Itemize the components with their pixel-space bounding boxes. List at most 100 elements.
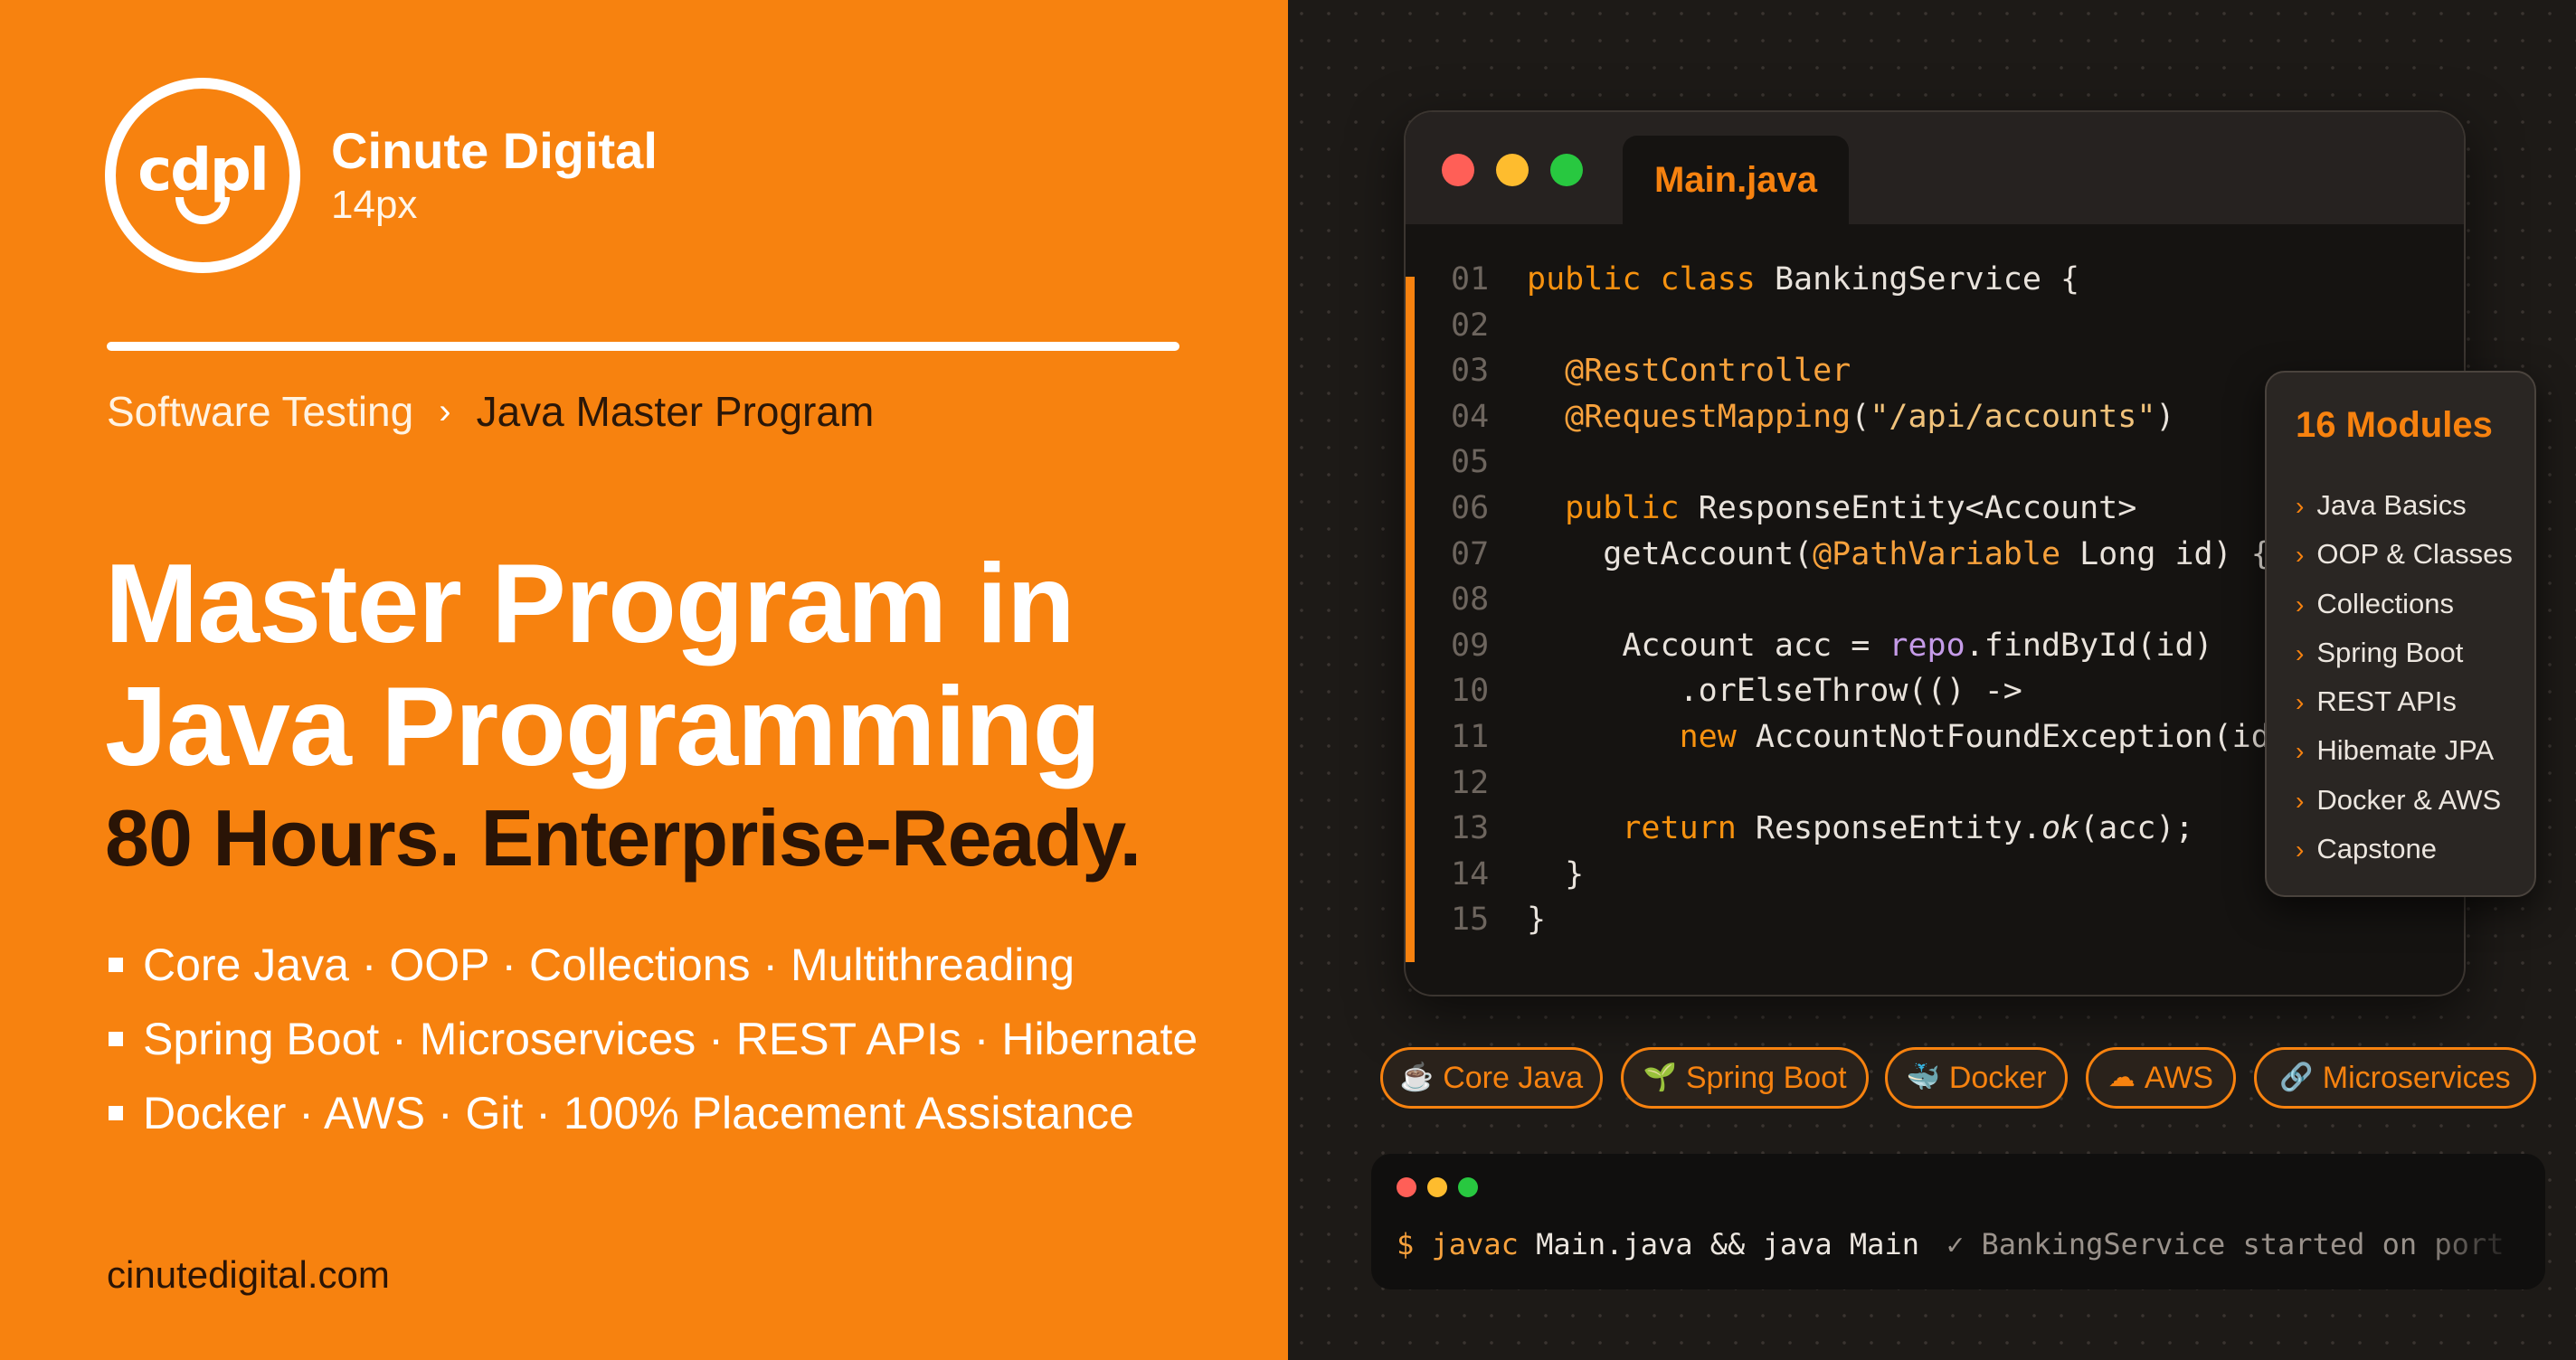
terminal-command: javac xyxy=(1431,1227,1519,1261)
breadcrumb-item-java-master-program[interactable]: Java Master Program xyxy=(477,387,875,436)
line-number: 05 xyxy=(1451,444,1490,481)
code-line: 15} xyxy=(1451,897,2289,943)
bullet-icon xyxy=(109,958,123,972)
chevron-right-icon: › xyxy=(2296,836,2305,864)
chevron-right-icon: › xyxy=(2296,737,2305,766)
feature-list: Core Java · OOP · Collections · Multithr… xyxy=(109,928,1198,1150)
title-line-1: Master Program in xyxy=(105,542,1075,666)
list-item: Spring Boot · Microservices · REST APIs … xyxy=(109,1002,1198,1076)
chevron-right-icon: › xyxy=(2296,492,2305,520)
whale-icon: 🐳 xyxy=(1906,1062,1940,1092)
breadcrumb-item-software-testing[interactable]: Software Testing xyxy=(107,387,413,436)
minimize-dot-icon[interactable] xyxy=(1427,1177,1447,1197)
editor-title-bar: Main.java xyxy=(1406,112,2464,224)
divider xyxy=(107,342,1179,351)
code-line: 06 public ResponseEntity<Account> xyxy=(1451,486,2289,532)
page-title: Master Program in Java Programming xyxy=(105,543,1263,789)
module-item[interactable]: › REST APIs xyxy=(2296,677,2513,726)
chevron-right-icon: › xyxy=(2296,638,2305,667)
chip-docker[interactable]: 🐳 Docker xyxy=(1885,1047,2068,1109)
minimize-dot-icon[interactable] xyxy=(1496,154,1529,186)
chip-core-java[interactable]: ☕ Core Java xyxy=(1380,1047,1603,1109)
bullet-text: Docker · AWS · Git · 100% Placement Assi… xyxy=(143,1088,1134,1138)
showcase-panel: Main.java 01 public class BankingService … xyxy=(1288,0,2576,1360)
brand-logo: cdpl xyxy=(105,78,300,273)
code-line: 07 getAccount(@PathVariable Long id) { xyxy=(1451,532,2289,578)
code-line: 13 return ResponseEntity.ok(acc); xyxy=(1451,806,2289,852)
code-line: 03 @RestController xyxy=(1451,348,2289,394)
line-number: 02 xyxy=(1451,307,1490,344)
terminal-fade xyxy=(2419,1154,2545,1289)
website-link[interactable]: cinutedigital.com xyxy=(107,1253,390,1297)
module-item[interactable]: › Hibemate JPA xyxy=(2296,726,2513,775)
module-item[interactable]: › Docker & AWS xyxy=(2296,776,2513,825)
terminal-window: $ javac Main.java && java Main ✓ BankingS… xyxy=(1371,1154,2545,1289)
code-line: 08 xyxy=(1451,577,2289,623)
modules-card: 16 Modules › Java Basics › OOP & Classes ›… xyxy=(2265,371,2536,897)
line-number: 13 xyxy=(1451,810,1490,847)
code-line: 01 public class BankingService { xyxy=(1451,257,2289,303)
brand-subtitle: 14px xyxy=(331,183,418,227)
cloud-icon: ☁ xyxy=(2107,1062,2136,1092)
line-number: 14 xyxy=(1451,855,1490,892)
line-number: 06 xyxy=(1451,489,1490,526)
code-line: 12 xyxy=(1451,760,2289,807)
list-item: Core Java · OOP · Collections · Multithr… xyxy=(109,928,1198,1002)
module-item[interactable]: › OOP & Classes xyxy=(2296,530,2513,579)
accent-bar xyxy=(1406,277,1415,962)
chevron-right-icon: › xyxy=(2296,541,2305,570)
leaf-icon: 🌱 xyxy=(1643,1062,1677,1092)
maximize-dot-icon[interactable] xyxy=(1550,154,1583,186)
code-line: 11 new AccountNotFoundException(id) xyxy=(1451,714,2289,760)
close-dot-icon[interactable] xyxy=(1442,154,1474,186)
bullet-icon xyxy=(109,1106,123,1120)
maximize-dot-icon[interactable] xyxy=(1458,1177,1478,1197)
code-line: 05 xyxy=(1451,439,2289,486)
terminal-prompt: $ xyxy=(1397,1227,1415,1261)
module-item[interactable]: › Spring Boot xyxy=(2296,628,2513,677)
line-number: 11 xyxy=(1451,718,1490,755)
line-number: 10 xyxy=(1451,673,1490,710)
brand-name: Cinute Digital xyxy=(331,122,658,179)
terminal-args: Main.java && java Main xyxy=(1536,1227,1919,1261)
line-number: 04 xyxy=(1451,398,1490,435)
smile-icon xyxy=(175,197,230,224)
breadcrumb: Software Testing › Java Master Program xyxy=(107,387,874,436)
module-list: › Java Basics › OOP & Classes › Collections… xyxy=(2296,481,2513,874)
bullet-icon xyxy=(109,1032,123,1046)
link-icon: 🔗 xyxy=(2279,1062,2314,1092)
line-number: 03 xyxy=(1451,353,1490,390)
bullet-text: Spring Boot · Microservices · REST APIs … xyxy=(143,1014,1198,1064)
line-number: 09 xyxy=(1451,627,1490,664)
bullet-text: Core Java · OOP · Collections · Multithr… xyxy=(143,940,1075,990)
module-item[interactable]: › Collections xyxy=(2296,580,2513,628)
chevron-right-icon: › xyxy=(2296,786,2305,815)
close-dot-icon[interactable] xyxy=(1397,1177,1416,1197)
list-item: Docker · AWS · Git · 100% Placement Assi… xyxy=(109,1076,1198,1150)
chevron-right-icon: › xyxy=(2296,688,2305,717)
code-block: 01 public class BankingService { 02 03 @R… xyxy=(1451,257,2289,943)
tagline: 80 Hours. Enterprise-Ready. xyxy=(105,793,1141,883)
line-number: 15 xyxy=(1451,902,1490,939)
line-number: 07 xyxy=(1451,535,1490,572)
chevron-right-icon: › xyxy=(2296,590,2305,619)
code-line: 14 } xyxy=(1451,852,2289,898)
logo-text: cdpl xyxy=(137,137,270,204)
module-item[interactable]: › Capstone xyxy=(2296,825,2513,874)
chevron-right-icon: › xyxy=(439,391,451,431)
code-line: 10 .orElseThrow(() -> xyxy=(1451,668,2289,714)
module-item[interactable]: › Java Basics xyxy=(2296,481,2513,530)
code-line: 09 Account acc = repo.findById(id) xyxy=(1451,623,2289,669)
title-line-2: Java Programming xyxy=(105,665,1101,789)
code-line: 04 @RequestMapping("/api/accounts") xyxy=(1451,394,2289,440)
line-number: 12 xyxy=(1451,764,1490,801)
tab-main-java[interactable]: Main.java xyxy=(1623,136,1849,224)
modules-title: 16 Modules xyxy=(2296,405,2493,445)
terminal-line: $ javac Main.java && java Main ✓ BankingS… xyxy=(1397,1219,2539,1270)
line-number: 08 xyxy=(1451,581,1490,619)
coffee-icon: ☕ xyxy=(1399,1062,1435,1092)
chip-microservices[interactable]: 🔗 Microservices xyxy=(2254,1047,2536,1109)
promo-panel: cdpl Cinute Digital 14px Software Testin… xyxy=(0,0,1288,1360)
chip-aws[interactable]: ☁ AWS xyxy=(2086,1047,2236,1109)
chip-spring-boot[interactable]: 🌱 Spring Boot xyxy=(1621,1047,1869,1109)
